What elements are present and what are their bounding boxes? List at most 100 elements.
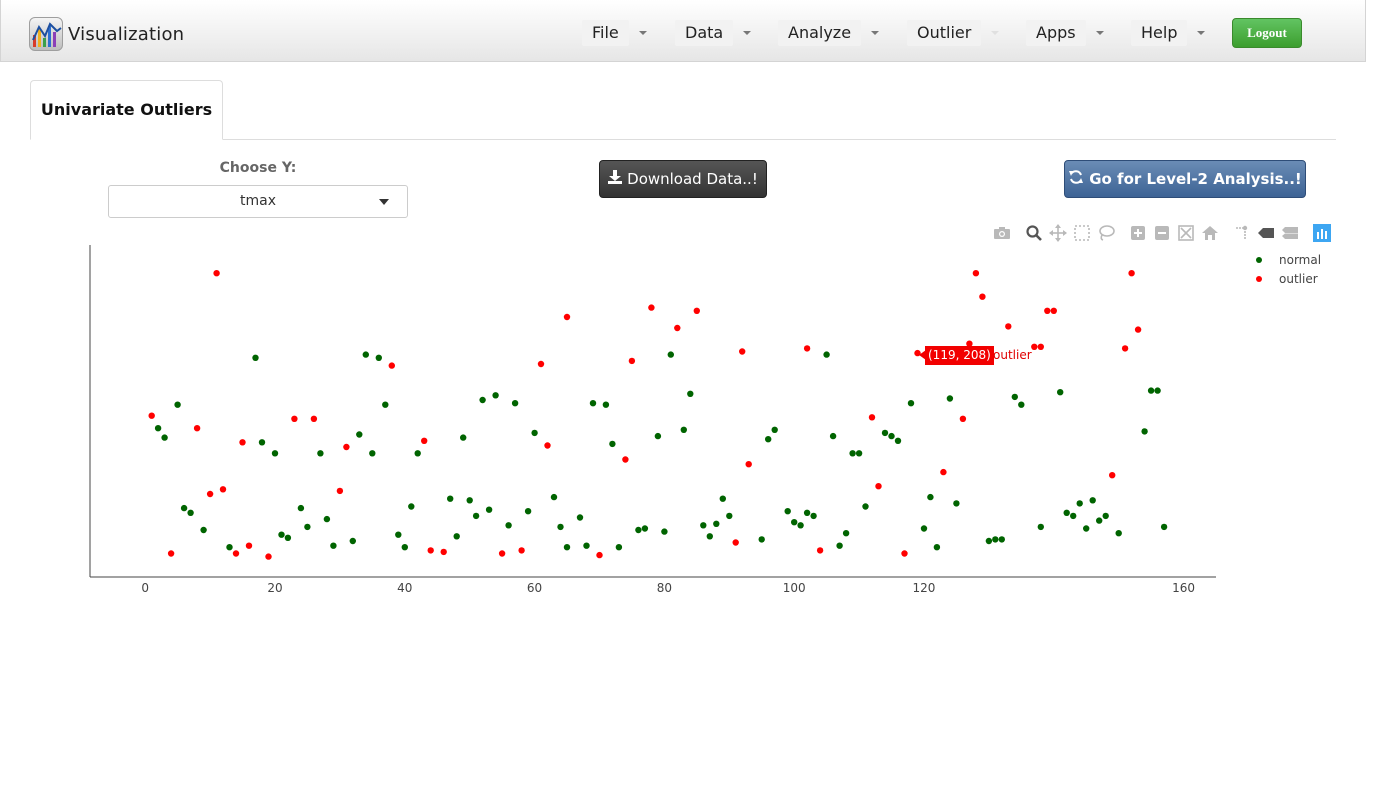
data-point-outlier[interactable]: [336, 487, 344, 495]
data-point-normal[interactable]: [317, 450, 324, 457]
data-point-normal[interactable]: [713, 520, 720, 527]
data-point-outlier[interactable]: [959, 415, 967, 422]
data-point-normal[interactable]: [583, 542, 590, 549]
data-point-outlier[interactable]: [868, 414, 876, 421]
data-point-normal[interactable]: [472, 512, 480, 520]
data-point-normal[interactable]: [531, 429, 538, 437]
data-point-normal[interactable]: [823, 351, 830, 358]
data-point-normal[interactable]: [284, 534, 292, 541]
data-point-normal[interactable]: [1076, 500, 1083, 507]
data-point-normal[interactable]: [946, 395, 954, 402]
data-point-normal[interactable]: [797, 522, 804, 529]
data-point-outlier[interactable]: [213, 270, 220, 277]
data-point-outlier[interactable]: [693, 307, 700, 314]
data-point-normal[interactable]: [680, 426, 687, 433]
data-point-normal[interactable]: [563, 544, 571, 551]
data-point-outlier[interactable]: [310, 415, 318, 422]
data-point-normal[interactable]: [492, 392, 499, 399]
data-point-normal[interactable]: [1102, 512, 1109, 520]
data-point-normal[interactable]: [635, 526, 642, 534]
data-point-normal[interactable]: [1096, 517, 1103, 524]
data-point-normal[interactable]: [803, 509, 811, 516]
data-point-normal[interactable]: [719, 495, 726, 502]
data-point-normal[interactable]: [661, 528, 668, 535]
data-point-normal[interactable]: [1057, 389, 1064, 396]
data-point-normal[interactable]: [511, 400, 519, 407]
data-point-normal[interactable]: [784, 508, 791, 515]
data-point-outlier[interactable]: [1134, 326, 1142, 333]
data-point-normal[interactable]: [278, 531, 285, 538]
data-point-outlier[interactable]: [219, 486, 227, 493]
data-point-outlier[interactable]: [972, 270, 980, 277]
data-point-outlier[interactable]: [739, 348, 746, 355]
data-point-normal[interactable]: [862, 503, 869, 510]
data-point-outlier[interactable]: [563, 313, 571, 321]
data-point-outlier[interactable]: [901, 550, 908, 557]
data-point-normal[interactable]: [765, 436, 772, 443]
data-point-normal[interactable]: [297, 504, 305, 512]
data-point-outlier[interactable]: [1005, 323, 1012, 330]
data-point-normal[interactable]: [362, 351, 369, 358]
data-point-outlier[interactable]: [803, 345, 811, 352]
data-point-normal[interactable]: [1070, 512, 1077, 520]
data-point-normal[interactable]: [1037, 523, 1045, 531]
data-point-outlier[interactable]: [388, 362, 395, 369]
data-point-outlier[interactable]: [421, 437, 428, 444]
data-point-outlier[interactable]: [940, 468, 947, 476]
data-point-normal[interactable]: [323, 515, 331, 523]
data-point-normal[interactable]: [1063, 509, 1070, 516]
data-point-outlier[interactable]: [1037, 343, 1045, 350]
data-point-normal[interactable]: [1141, 428, 1148, 435]
data-point-normal[interactable]: [330, 542, 337, 549]
data-point-outlier[interactable]: [245, 542, 253, 549]
data-point-outlier[interactable]: [232, 550, 240, 557]
data-point-outlier[interactable]: [518, 547, 525, 554]
data-point-normal[interactable]: [589, 400, 597, 407]
data-point-normal[interactable]: [849, 450, 856, 457]
data-point-outlier[interactable]: [544, 442, 551, 449]
data-point-normal[interactable]: [479, 396, 486, 404]
data-point-outlier[interactable]: [193, 425, 201, 432]
data-point-outlier[interactable]: [265, 553, 272, 560]
data-point-outlier[interactable]: [979, 293, 986, 300]
scatter-chart[interactable]: 0 20 40 60 80 100 120 160: [0, 0, 1400, 600]
data-point-outlier[interactable]: [498, 550, 506, 557]
data-point-normal[interactable]: [408, 503, 415, 510]
data-point-normal[interactable]: [609, 440, 616, 448]
data-point-normal[interactable]: [466, 497, 473, 504]
data-point-normal[interactable]: [174, 401, 181, 408]
data-point-normal[interactable]: [1083, 525, 1090, 532]
data-point-normal[interactable]: [855, 450, 863, 457]
data-point-outlier[interactable]: [167, 550, 175, 557]
data-point-normal[interactable]: [187, 509, 194, 516]
data-point-normal[interactable]: [252, 354, 259, 361]
legend-item-normal[interactable]: normal: [1252, 252, 1342, 268]
data-point-normal[interactable]: [615, 544, 623, 551]
data-point-normal[interactable]: [557, 523, 564, 531]
data-point-normal[interactable]: [349, 537, 356, 545]
data-point-outlier[interactable]: [537, 360, 545, 368]
data-point-normal[interactable]: [654, 432, 662, 440]
data-point-normal[interactable]: [667, 351, 674, 358]
data-point-normal[interactable]: [700, 522, 707, 529]
data-point-normal[interactable]: [829, 432, 837, 440]
data-point-outlier[interactable]: [343, 443, 350, 451]
legend-item-outlier[interactable]: outlier: [1252, 271, 1342, 287]
data-point-outlier[interactable]: [596, 551, 603, 559]
data-point-normal[interactable]: [998, 536, 1005, 543]
data-point-normal[interactable]: [687, 390, 694, 397]
data-point-normal[interactable]: [460, 434, 467, 441]
data-point-normal[interactable]: [888, 432, 895, 440]
data-point-normal[interactable]: [1018, 401, 1025, 408]
data-point-outlier[interactable]: [206, 490, 214, 498]
data-point-normal[interactable]: [953, 500, 960, 507]
data-point-normal[interactable]: [369, 450, 376, 457]
data-point-outlier[interactable]: [1050, 307, 1058, 314]
data-point-normal[interactable]: [1147, 387, 1155, 394]
data-point-normal[interactable]: [927, 493, 934, 501]
data-point-normal[interactable]: [992, 536, 999, 543]
data-point-normal[interactable]: [304, 523, 311, 531]
data-point-outlier[interactable]: [1121, 345, 1129, 352]
data-point-outlier[interactable]: [745, 461, 752, 468]
data-point-normal[interactable]: [395, 531, 402, 538]
